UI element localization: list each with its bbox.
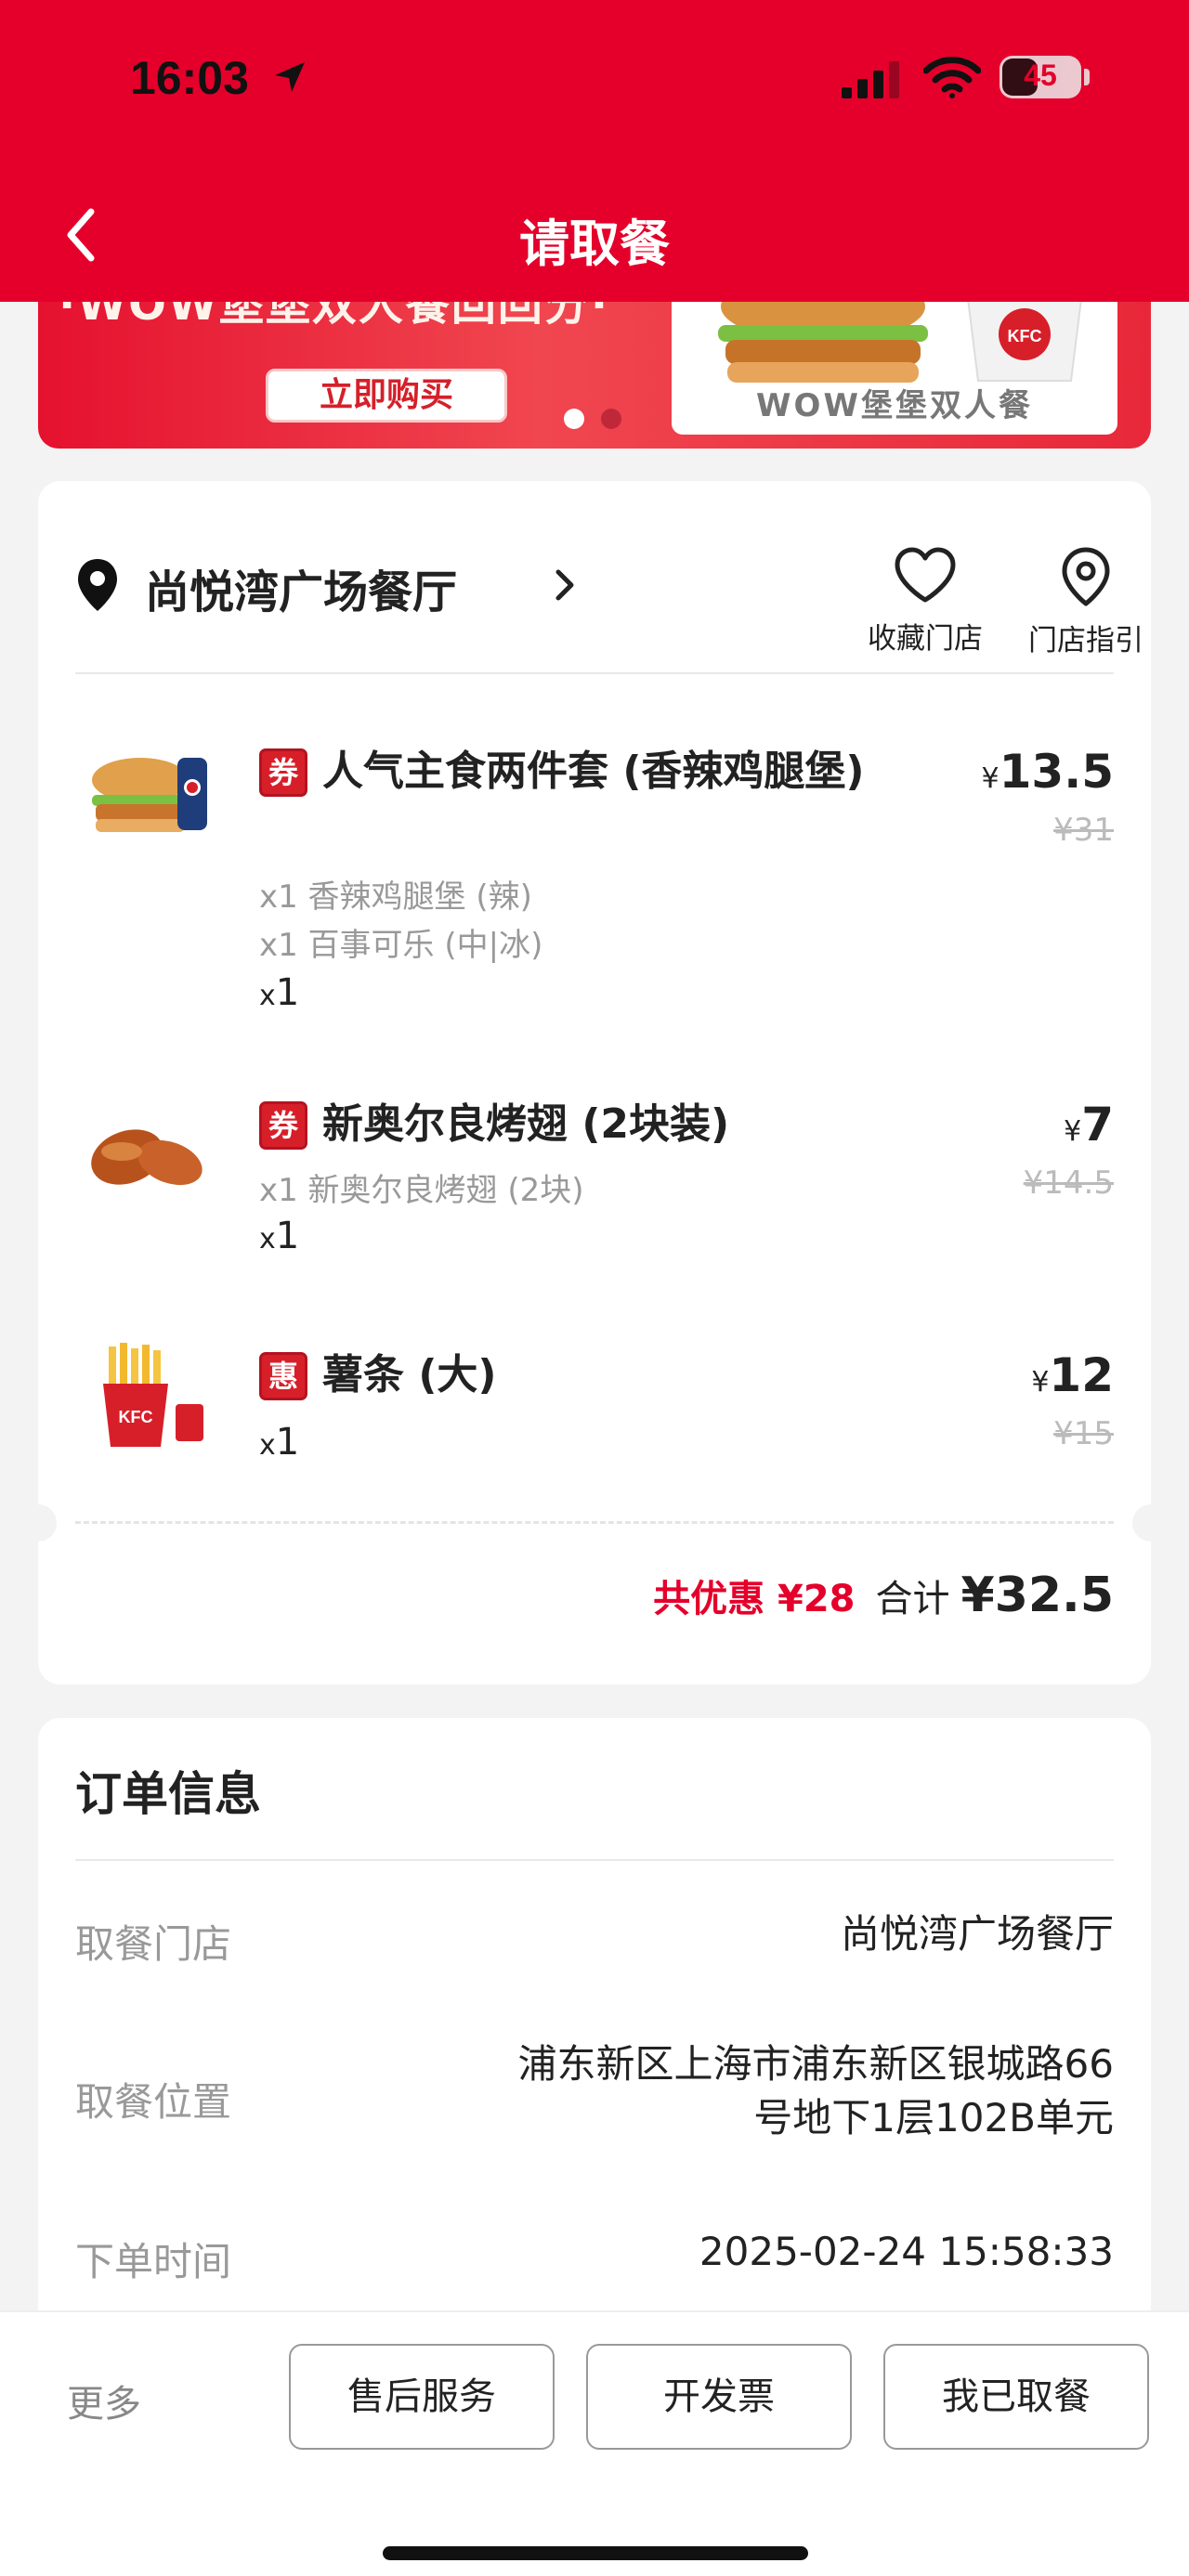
discount-tag: 惠 <box>259 1352 307 1400</box>
banner-product-card: KFC WOW堡堡双人餐 <box>672 279 1117 435</box>
item-quantity: x1 <box>259 1421 300 1464</box>
ticket-notch <box>1132 1504 1169 1542</box>
banner-card-label: WOW堡堡双人餐 <box>756 387 1033 424</box>
favorite-store-label: 收藏门店 <box>868 622 983 656</box>
item-original-price: ¥31 <box>1053 812 1114 849</box>
dashed-divider <box>75 1521 1114 1524</box>
order-info-title: 订单信息 <box>75 1767 261 1821</box>
item-option: x1 新奥尔良烤翅 (2块) <box>259 1172 584 1209</box>
wifi-icon <box>923 57 981 98</box>
total-amount: ¥32.5 <box>960 1568 1114 1623</box>
pickup-store-label: 取餐门店 <box>75 1921 232 1967</box>
item-quantity: x1 <box>259 1215 300 1257</box>
header-bar: 16:03 45 请取餐 <box>0 0 1189 302</box>
total-label: 合计 <box>875 1578 950 1620</box>
order-items-card: 尚悦湾广场餐厅 收藏门店 门店指引 券 人气主食两件套 (香辣鸡腿堡) x1 香… <box>20 481 1169 1685</box>
burger-combo-image <box>92 758 207 832</box>
carousel-dot[interactable] <box>601 409 621 429</box>
pickup-location-value: 浦东新区上海市浦东新区银城路66 号地下1层102B单元 <box>517 2041 1114 2140</box>
after-sales-button[interactable]: 售后服务 <box>289 2344 555 2450</box>
promo-banner[interactable]: ·WOW堡堡双人餐回回分· 立即购买 KFC WOW堡堡双人餐 <box>38 279 1151 449</box>
bottom-action-bar: 更多 售后服务 开发票 我已取餐 <box>0 2310 1189 2576</box>
item-option: x1 香辣鸡腿堡 (辣) <box>259 878 532 916</box>
item-price: ¥12 <box>1031 1348 1114 1402</box>
more-link[interactable]: 更多 <box>67 2374 141 2427</box>
fries-image: KFC <box>103 1343 203 1447</box>
battery-level: 45 <box>1024 59 1057 92</box>
item-original-price: ¥15 <box>1053 1415 1114 1452</box>
battery-icon: 45 <box>1000 56 1081 98</box>
store-name[interactable]: 尚悦湾广场餐厅 <box>145 555 457 620</box>
svg-text:KFC: KFC <box>1008 327 1042 345</box>
heart-icon <box>895 547 956 603</box>
item-price: ¥13.5 <box>981 745 1114 799</box>
home-indicator <box>383 2546 808 2560</box>
store-guide-button[interactable]: 门店指引 <box>1021 546 1151 658</box>
favorite-store-button[interactable]: 收藏门店 <box>860 546 990 657</box>
location-pin-icon <box>78 559 117 611</box>
pickup-location-label: 取餐位置 <box>75 2079 232 2125</box>
order-totals: 共优惠 ¥28 合计 ¥32.5 <box>653 1568 1114 1623</box>
item-original-price: ¥14.5 <box>1023 1164 1114 1202</box>
svg-text:KFC: KFC <box>119 1408 153 1426</box>
coupon-tag: 券 <box>259 748 307 797</box>
order-time-label: 下单时间 <box>75 2239 232 2284</box>
divider <box>75 1859 1114 1861</box>
pickup-store-value: 尚悦湾广场餐厅 <box>840 1911 1114 1957</box>
item-quantity: x1 <box>259 971 300 1014</box>
store-guide-label: 门店指引 <box>1028 624 1143 657</box>
carousel-dot-active[interactable] <box>564 409 584 429</box>
status-time: 16:03 <box>130 52 249 104</box>
page-title: 请取餐 <box>519 215 670 273</box>
cellular-signal-icon <box>842 61 899 98</box>
buy-now-button[interactable]: 立即购买 <box>266 369 507 423</box>
item-name: 薯条 (大) <box>322 1351 497 1399</box>
picked-up-button[interactable]: 我已取餐 <box>883 2344 1149 2450</box>
chevron-right-icon[interactable] <box>554 566 576 604</box>
ticket-notch <box>20 1504 57 1542</box>
location-arrow-icon <box>275 62 305 92</box>
wings-image <box>91 1129 203 1186</box>
order-time-value: 2025-02-24 15:58:33 <box>699 2229 1114 2274</box>
item-name: 人气主食两件套 (香辣鸡腿堡) <box>322 748 865 795</box>
coupon-tag: 券 <box>259 1101 307 1150</box>
divider <box>75 672 1114 674</box>
item-price: ¥7 <box>1064 1098 1114 1151</box>
invoice-button[interactable]: 开发票 <box>586 2344 852 2450</box>
store-row: 尚悦湾广场餐厅 收藏门店 门店指引 <box>75 546 1143 657</box>
item-option: x1 百事可乐 (中|冰) <box>259 927 543 964</box>
item-name: 新奥尔良烤翅 (2块装) <box>322 1100 730 1148</box>
total-discount: 共优惠 ¥28 <box>653 1578 856 1620</box>
location-pin-outline-icon <box>1062 547 1110 606</box>
